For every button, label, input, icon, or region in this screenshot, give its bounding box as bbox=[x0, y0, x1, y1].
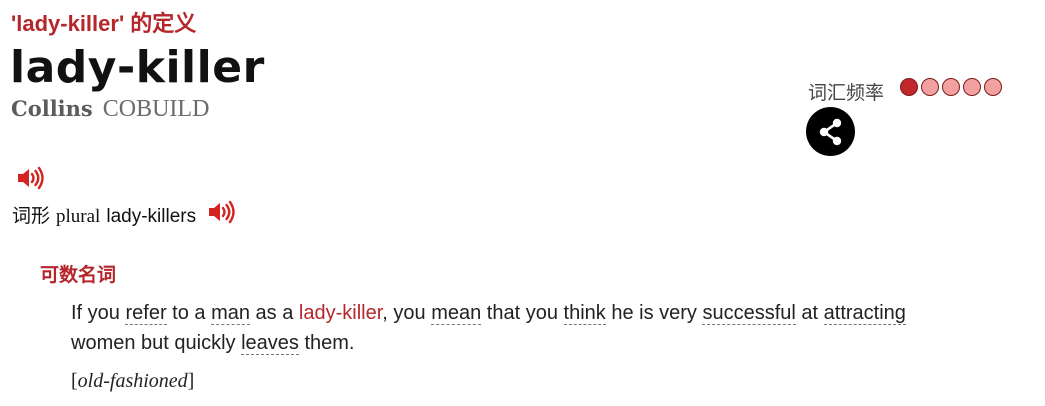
headword-title: lady-killer bbox=[10, 42, 265, 93]
xref-link-successful[interactable]: successful bbox=[702, 302, 796, 325]
source-series: COBUILD bbox=[102, 96, 210, 122]
definition-segment: at bbox=[795, 302, 824, 324]
speaker-icon bbox=[209, 200, 236, 224]
definition-segment: to a bbox=[166, 302, 212, 324]
xref-link-attracting[interactable]: attracting bbox=[823, 302, 906, 325]
plural-speaker-icon[interactable] bbox=[207, 200, 237, 230]
definition-segment: he is very bbox=[605, 302, 703, 324]
xref-link-mean[interactable]: mean bbox=[431, 302, 482, 325]
definition-segment: that you bbox=[481, 302, 564, 324]
xref-link-think[interactable]: think bbox=[563, 302, 606, 325]
frequency-dot-filled bbox=[900, 78, 918, 96]
definition-segment: as a bbox=[250, 302, 299, 324]
grammar-label: plural bbox=[56, 206, 101, 227]
share-icon bbox=[819, 118, 841, 145]
pronunciation-speaker-icon[interactable] bbox=[16, 166, 46, 195]
definition-segment: them. bbox=[298, 332, 355, 354]
definition-text: If you refer to a man as a lady-killer, … bbox=[71, 298, 971, 358]
definition-segment: If you bbox=[71, 302, 126, 324]
frequency-dot-empty bbox=[963, 78, 981, 96]
speaker-icon bbox=[18, 166, 44, 190]
frequency-dot-empty bbox=[921, 78, 939, 96]
word-forms: 词形 plural lady-killers bbox=[12, 200, 237, 230]
source-brand: Collins bbox=[11, 96, 93, 121]
part-of-speech: 可数名词 bbox=[40, 265, 117, 286]
register-text: old-fashioned bbox=[77, 370, 188, 392]
frequency-dot-empty bbox=[942, 78, 960, 96]
register-bracket-close: ] bbox=[187, 370, 195, 392]
frequency-indicator bbox=[900, 78, 1002, 96]
frequency-dot-empty bbox=[984, 78, 1002, 96]
xref-link-leaves[interactable]: leaves bbox=[241, 332, 299, 355]
definition-segment: women but quickly bbox=[71, 332, 242, 354]
definition-segment: , you bbox=[382, 302, 432, 324]
register-label: [old-fashioned] bbox=[71, 370, 194, 393]
share-button[interactable] bbox=[806, 107, 855, 156]
xref-link-man[interactable]: man bbox=[211, 302, 250, 325]
definition-heading: 'lady-killer' 的定义 bbox=[11, 11, 197, 36]
register-bracket-open: [ bbox=[71, 370, 78, 392]
plural-form: lady-killers bbox=[106, 206, 197, 227]
frequency-label: 词汇频率 bbox=[808, 83, 885, 104]
word-forms-label: 词形 bbox=[12, 206, 51, 227]
definition-headword: lady-killer bbox=[298, 302, 383, 324]
dictionary-source: Collins COBUILD bbox=[11, 96, 209, 123]
xref-link-refer[interactable]: refer bbox=[125, 302, 167, 325]
